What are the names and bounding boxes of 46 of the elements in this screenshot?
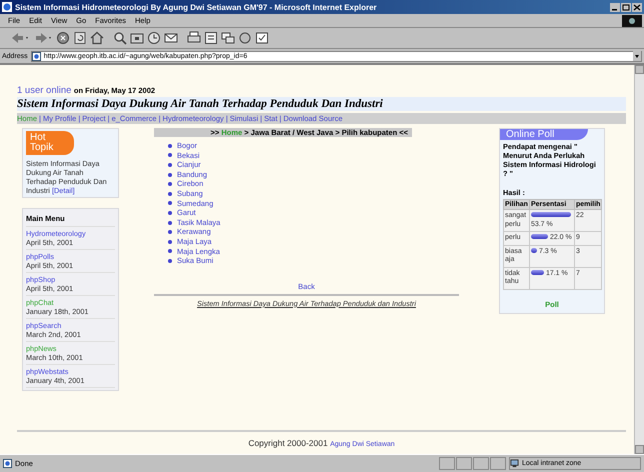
percent-bar	[530, 248, 537, 252]
printer-icon[interactable]	[187, 31, 201, 45]
status-pane	[456, 457, 472, 470]
site-title: Sistem Informasi Daya Dukung Air Tanah Terhadap Penduduk Dan Industri	[17, 97, 626, 111]
minimize-icon[interactable]	[610, 2, 620, 12]
home-icon[interactable]	[90, 31, 104, 45]
percent-bar	[530, 270, 544, 274]
window-icon[interactable]	[255, 31, 269, 45]
bullet-icon	[168, 182, 172, 186]
status-pane	[439, 457, 455, 470]
refresh-icon[interactable]	[73, 31, 87, 45]
bullet-icon	[168, 144, 172, 148]
mail-icon[interactable]	[164, 31, 178, 45]
copyright-text: Copyright 2000-2001	[248, 438, 328, 448]
bullet-icon	[168, 201, 172, 206]
close-icon[interactable]	[632, 2, 642, 12]
scrollbar[interactable]	[634, 65, 644, 454]
maximize-icon[interactable]	[621, 2, 631, 12]
percent-bar	[530, 234, 548, 239]
bullet-icon	[168, 162, 172, 167]
page-icon	[32, 52, 41, 60]
clock-icon[interactable]	[147, 31, 161, 45]
search-icon[interactable]	[113, 31, 127, 45]
percent-bar	[530, 212, 571, 217]
bullet-icon	[168, 240, 172, 244]
browser-icon	[2, 2, 12, 12]
bullet-icon	[168, 230, 172, 234]
discuss-icon[interactable]	[221, 31, 235, 45]
bullet-icon	[168, 192, 172, 196]
bullet-icon	[168, 249, 172, 254]
status-pane	[473, 457, 489, 470]
poll-heading: Online Poll	[500, 129, 588, 140]
stop-icon[interactable]	[56, 31, 70, 45]
status-pane	[490, 457, 506, 470]
user-online-count[interactable]: 1 user online	[17, 85, 72, 96]
bullet-icon	[168, 172, 172, 177]
bullet-icon	[168, 258, 172, 263]
browser-logo-icon	[622, 14, 642, 26]
window-title: Sistem Informasi Hidrometeorologi By Agung Dwi Setiawan GM'97 - Microsoft Internet Explorer	[15, 2, 378, 12]
edit-icon[interactable]	[204, 31, 218, 45]
bullet-icon	[168, 153, 172, 158]
bullet-icon	[168, 220, 172, 225]
bullet-icon	[168, 210, 172, 215]
computer-icon	[510, 459, 519, 468]
hot-topic-heading: Hot Topik	[26, 131, 74, 155]
page-icon	[3, 459, 12, 468]
